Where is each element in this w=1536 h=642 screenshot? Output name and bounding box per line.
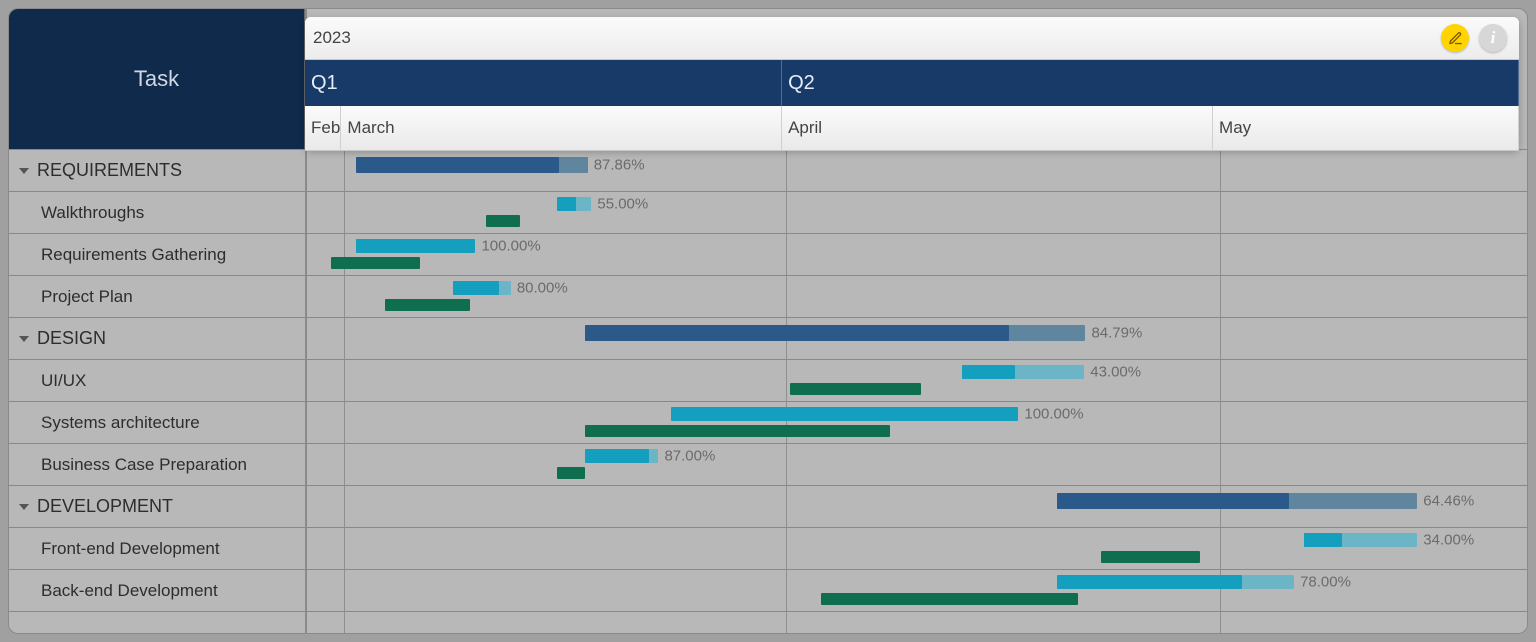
task-label: Business Case Preparation — [19, 444, 305, 485]
task-row[interactable]: Back-end Development — [9, 569, 305, 611]
percent-label: 34.00% — [1423, 532, 1474, 549]
progress-bar[interactable] — [585, 449, 649, 463]
task-row[interactable]: Requirements Gathering — [9, 233, 305, 275]
task-label: Systems architecture — [19, 402, 305, 443]
info-button[interactable]: i — [1479, 24, 1507, 52]
quarter-cell: Q1 — [305, 60, 782, 106]
quarter-cell: Q2 — [782, 60, 1519, 106]
month-cell: May — [1213, 106, 1519, 150]
group-row[interactable]: REQUIREMENTS — [9, 149, 305, 191]
timescale-year-row: 2023 i — [305, 17, 1519, 60]
progress-bar[interactable] — [557, 197, 576, 211]
task-row[interactable]: Systems architecture — [9, 401, 305, 443]
group-row[interactable]: DESIGN — [9, 317, 305, 359]
task-row[interactable]: UI/UX — [9, 359, 305, 401]
baseline-bar[interactable] — [486, 215, 520, 227]
timescale: 2023 i Q1Q2 FebMarchAprilMay — [305, 17, 1519, 149]
chevron-down-icon[interactable] — [19, 504, 29, 510]
task-label: Requirements Gathering — [19, 234, 305, 275]
summary-bar[interactable] — [585, 325, 1009, 341]
task-panel: Task REQUIREMENTSWalkthroughsRequirement… — [9, 9, 305, 633]
year-label: 2023 — [313, 28, 351, 48]
info-icon: i — [1491, 28, 1496, 48]
progress-bar[interactable] — [356, 239, 476, 253]
task-header: Task — [9, 9, 305, 149]
timescale-quarters: Q1Q2 — [305, 60, 1519, 106]
chevron-down-icon[interactable] — [19, 168, 29, 174]
progress-bar[interactable] — [1304, 533, 1343, 547]
task-label: UI/UX — [19, 360, 305, 401]
task-label: Front-end Development — [19, 528, 305, 569]
group-row[interactable]: DEVELOPMENT — [9, 485, 305, 527]
percent-label: 64.46% — [1423, 493, 1474, 510]
task-label: REQUIREMENTS — [19, 150, 305, 191]
gantt-frame: 2023 i Q1Q2 FebMarchAprilMay Task REQUIR… — [0, 0, 1536, 642]
baseline-bar[interactable] — [331, 257, 420, 269]
task-header-label: Task — [134, 66, 179, 92]
task-rows: REQUIREMENTSWalkthroughsRequirements Gat… — [9, 149, 305, 633]
pencil-icon — [1448, 31, 1463, 46]
task-row[interactable]: Front-end Development — [9, 527, 305, 569]
progress-bar[interactable] — [453, 281, 499, 295]
task-label: Back-end Development — [19, 570, 305, 611]
baseline-bar[interactable] — [585, 425, 890, 437]
task-label: Project Plan — [19, 276, 305, 317]
edit-button[interactable] — [1441, 24, 1469, 52]
percent-label: 87.86% — [594, 157, 645, 174]
task-row[interactable]: Business Case Preparation — [9, 443, 305, 485]
task-label: DEVELOPMENT — [19, 486, 305, 527]
percent-label: 80.00% — [517, 280, 568, 297]
task-label: DESIGN — [19, 318, 305, 359]
task-label: Walkthroughs — [19, 192, 305, 233]
summary-bar[interactable] — [1057, 493, 1289, 509]
percent-label: 100.00% — [481, 238, 540, 255]
percent-label: 84.79% — [1091, 325, 1142, 342]
summary-bar[interactable] — [356, 157, 560, 173]
percent-label: 100.00% — [1024, 406, 1083, 423]
baseline-bar[interactable] — [385, 299, 470, 311]
timescale-months: FebMarchAprilMay — [305, 106, 1519, 151]
progress-bar[interactable] — [1057, 575, 1242, 589]
percent-label: 78.00% — [1300, 574, 1351, 591]
baseline-bar[interactable] — [821, 593, 1078, 605]
baseline-bar[interactable] — [790, 383, 921, 395]
baseline-bar[interactable] — [557, 467, 585, 479]
percent-label: 43.00% — [1090, 364, 1141, 381]
chevron-down-icon[interactable] — [19, 336, 29, 342]
month-cell: April — [782, 106, 1213, 150]
progress-bar[interactable] — [962, 365, 1014, 379]
gantt-chart: 2023 i Q1Q2 FebMarchAprilMay Task REQUIR… — [8, 8, 1528, 634]
toolbar: i — [1441, 24, 1507, 52]
percent-label: 87.00% — [664, 448, 715, 465]
month-cell: Feb — [305, 106, 341, 150]
percent-label: 55.00% — [597, 196, 648, 213]
task-row[interactable]: Walkthroughs — [9, 191, 305, 233]
gantt-bars-area[interactable]: 87.86% 55.00% 100.00% 80.00% 84.79% 43.00% 100… — [307, 149, 1527, 633]
month-cell: March — [341, 106, 782, 150]
progress-bar[interactable] — [671, 407, 1019, 421]
baseline-bar[interactable] — [1101, 551, 1200, 563]
gantt-row — [307, 443, 1527, 485]
task-row[interactable]: Project Plan — [9, 275, 305, 317]
